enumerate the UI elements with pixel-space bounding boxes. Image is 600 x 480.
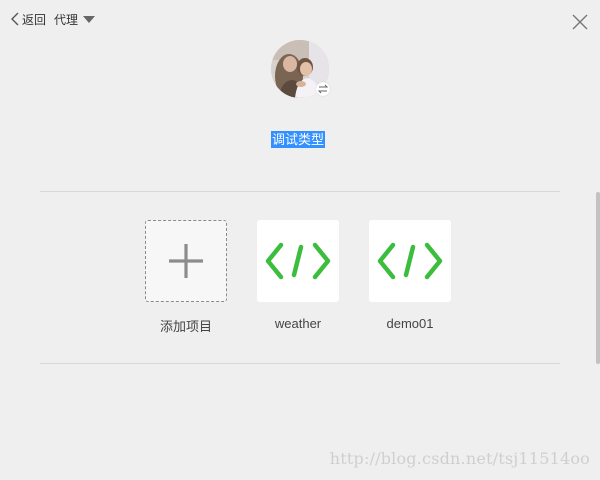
divider (40, 363, 560, 364)
close-icon (572, 14, 588, 30)
add-project-button[interactable]: 添加项目 (131, 220, 241, 335)
project-weather[interactable]: weather (243, 220, 353, 331)
switch-arrows-icon (318, 84, 328, 94)
divider (40, 191, 560, 192)
back-label: 返回 (22, 12, 47, 27)
project-tile[interactable] (369, 220, 451, 302)
back-button[interactable]: 返回 (10, 10, 46, 28)
proxy-dropdown[interactable]: 代理 (54, 10, 96, 28)
project-tile[interactable] (257, 220, 339, 302)
project-name: 添加项目 (159, 319, 212, 334)
switch-account-icon[interactable] (316, 82, 330, 96)
project-demo01[interactable]: demo01 (355, 220, 465, 331)
project-name: demo01 (386, 316, 434, 331)
add-project-tile[interactable] (145, 220, 227, 302)
debug-type-label[interactable]: 调试类型 (271, 131, 326, 148)
project-name: weather (274, 316, 322, 331)
scrollbar-thumb[interactable] (596, 192, 600, 364)
chevron-left-icon (11, 12, 19, 26)
proxy-label: 代理 (54, 12, 79, 27)
plus-icon (169, 244, 203, 278)
watermark-text: http://blog.csdn.net/tsj11514oo (329, 449, 590, 468)
caret-down-icon (83, 15, 96, 23)
code-icon (377, 242, 443, 280)
code-icon (265, 242, 331, 280)
close-button[interactable] (570, 12, 590, 32)
